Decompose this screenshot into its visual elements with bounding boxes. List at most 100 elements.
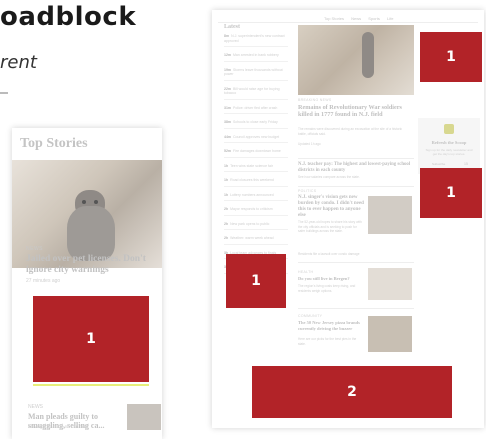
- story3-kicker: POLITICS: [298, 189, 317, 193]
- story4-thumbnail[interactable]: [368, 268, 412, 300]
- latest-list-item[interactable]: 31m Police: driver fled after crash: [224, 105, 288, 114]
- latest-item-text: Storms leave thousands without power: [224, 67, 283, 77]
- mobile-story2-thumbnail[interactable]: [127, 404, 161, 430]
- story5-headline[interactable]: The 50 New Jersey pizza brands currently…: [298, 320, 362, 331]
- latest-item-time: 52m: [224, 149, 232, 153]
- latest-list-item[interactable]: 2h Weather: warm week ahead: [224, 236, 288, 245]
- latest-item-text: Fire damages downtown home: [233, 149, 281, 153]
- ad-slot-label: 2: [347, 384, 357, 400]
- lead-meta: Updated 1h ago: [298, 142, 321, 146]
- latest-item-time: 19m: [224, 67, 232, 72]
- latest-list-item[interactable]: 38m Schools to close early Friday: [224, 120, 288, 129]
- lead-headline[interactable]: Remains of Revolutionary War soldiers ki…: [298, 104, 410, 118]
- newsletter-subscribe-button[interactable]: Subscribe: [432, 162, 456, 167]
- latest-item-time: 12m: [224, 53, 232, 57]
- latest-item-time: 1h: [224, 178, 229, 182]
- dog-eye-left: [82, 200, 86, 204]
- desktop-page-mockup: Top Stories News Sports Life Latest 8m N.…: [212, 10, 484, 428]
- ad-slot-label: 1: [251, 273, 261, 289]
- latest-item-text: Mayor responds to criticism: [230, 207, 273, 211]
- newsletter-text: Sign up for the daily newsletter and get…: [425, 148, 473, 156]
- newsletter-widget: Refresh the Scoop Sign up for the daily …: [418, 118, 480, 174]
- latest-list-item[interactable]: 44m Council approves new budget: [224, 134, 288, 143]
- latest-item-text: Council approves new budget: [233, 134, 280, 139]
- mobile-section-title: Top Stories: [20, 136, 88, 151]
- nav-item[interactable]: Life: [387, 16, 393, 21]
- latest-list-item[interactable]: 8m N.J. superintendent's new contract app…: [224, 34, 288, 47]
- latest-item-text: Teen wins state science fair: [230, 163, 273, 168]
- latest-list-item[interactable]: 1h Road closures this weekend: [224, 178, 288, 187]
- ad-slot-bottom[interactable]: 2: [252, 366, 452, 418]
- mobile-story2-text: serving 3 tb in 1 e no b in hem: [28, 424, 89, 429]
- latest-item-time: 38m: [224, 120, 232, 124]
- latest-list-item[interactable]: 12m Man arrested in bank robbery: [224, 53, 288, 62]
- lead-kicker: BREAKING NEWS: [298, 98, 332, 102]
- mobile-story2-kicker: NEWS: [28, 404, 43, 410]
- latest-item-text: Lottery numbers announced: [230, 192, 274, 197]
- ad-slot-left[interactable]: 1: [226, 254, 286, 308]
- nav-item[interactable]: Sports: [368, 16, 380, 21]
- latest-list: 8m N.J. superintendent's new contract app…: [224, 34, 288, 280]
- newsletter-title: Refresh the Scoop: [431, 140, 467, 145]
- latest-item-text: Road closures this weekend: [230, 178, 274, 182]
- lead-text: The remains were discovered during an ex…: [298, 127, 403, 136]
- section-divider: [298, 308, 414, 309]
- latest-item-text: Schools to close early Friday: [233, 120, 278, 124]
- latest-item-time: 1h: [224, 192, 229, 197]
- story3-related[interactable]: Residents file a lawsuit over condo dama…: [298, 252, 414, 257]
- latest-list-item[interactable]: 19m Storms leave thousands without power: [224, 68, 288, 81]
- latest-title: Latest: [224, 24, 240, 30]
- latest-item-text: N.J. superintendent's new contract appro…: [224, 34, 285, 43]
- ad-slot-top-right[interactable]: 1: [420, 32, 482, 82]
- mobile-story1-headline[interactable]: Jailed over pet licenses. Don't ignore c…: [26, 254, 156, 276]
- latest-item-time: 8m: [224, 34, 230, 38]
- mobile-ad-slot[interactable]: 1: [33, 296, 149, 382]
- story2-headline[interactable]: N.J. teacher pay: The highest and lowest…: [298, 162, 412, 174]
- story5-thumbnail[interactable]: [368, 316, 412, 352]
- lead-image-figure: [362, 32, 374, 78]
- latest-item-time: 44m: [224, 134, 232, 139]
- divider: [0, 92, 8, 94]
- mobile-story1-kicker: NEWS: [26, 246, 43, 252]
- story5-kicker: COMMUNITY: [298, 314, 323, 318]
- section-divider: [298, 186, 414, 187]
- lead-story-image[interactable]: [298, 25, 414, 95]
- story4-kicker: HEALTH: [298, 270, 314, 274]
- ad-slot-label: 1: [86, 331, 96, 347]
- latest-list-item[interactable]: 2h New park opens to public: [224, 221, 288, 230]
- ad-underline: [33, 384, 149, 386]
- section-divider: [298, 158, 414, 159]
- latest-item-time: 2h: [224, 207, 229, 211]
- newsletter-count: 15: [464, 162, 468, 166]
- latest-list-item[interactable]: 1h Teen wins state science fair: [224, 163, 288, 172]
- latest-list-item[interactable]: 22m Bill would raise age for buying tobac…: [224, 87, 288, 100]
- ad-slot-label: 1: [446, 185, 456, 201]
- latest-item-time: 1h: [224, 163, 229, 168]
- latest-list-item[interactable]: 1h Lottery numbers announced: [224, 192, 288, 201]
- latest-item-time: 2h: [224, 236, 229, 240]
- latest-item-time: 22m: [224, 86, 232, 91]
- latest-item-text: Man arrested in bank robbery: [233, 53, 279, 57]
- latest-list-item[interactable]: 52m Fire damages downtown home: [224, 149, 288, 158]
- story2-text: See how salaries compare across the stat…: [298, 175, 360, 179]
- story3-thumbnail[interactable]: [368, 196, 412, 234]
- page-subheading-fragment: rent: [0, 52, 37, 73]
- dog-body-shape: [67, 206, 115, 261]
- desktop-top-divider: [218, 22, 478, 23]
- ad-slot-label: 1: [446, 49, 456, 65]
- story4-headline[interactable]: Do you still live in Bergen?: [298, 276, 362, 282]
- latest-list-item[interactable]: 2h Mayor responds to criticism: [224, 207, 288, 216]
- latest-item-time: 31m: [224, 105, 232, 110]
- latest-item-text: New park opens to public: [230, 221, 270, 226]
- latest-item-text: Bill would raise age for buying tobacco: [224, 86, 280, 96]
- section-divider: [298, 262, 414, 263]
- nav-item[interactable]: News: [351, 16, 361, 21]
- dog-eye-right: [94, 200, 98, 204]
- story5-text: Here are our picks for the best pies in …: [298, 337, 357, 346]
- story3-headline[interactable]: N.J. singer's vision gets new burden by …: [298, 195, 364, 219]
- latest-item-time: 2h: [224, 221, 229, 226]
- mobile-story1-meta: 27 minutes ago: [26, 278, 61, 284]
- story4-text: The region's living costs keep rising, a…: [298, 284, 356, 293]
- ad-slot-mid-right[interactable]: 1: [420, 168, 482, 218]
- nav-item[interactable]: Top Stories: [324, 16, 344, 21]
